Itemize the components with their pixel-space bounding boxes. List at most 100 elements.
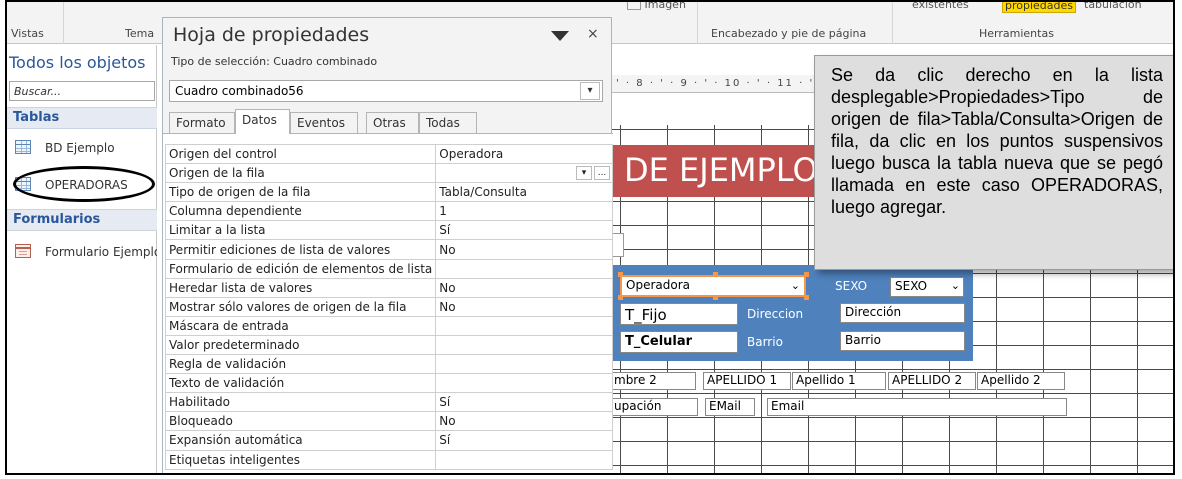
sexo-combo[interactable]: SEXO ⌄ [890,277,964,297]
barrio-label[interactable]: Barrio [747,335,783,349]
ribbon-tab-order-label[interactable]: tabulación [1084,2,1142,11]
property-row[interactable]: Origen del control Operadora [164,143,613,165]
ocupacion-textbox[interactable]: upación [610,398,698,416]
nav-search-input[interactable]: Buscar... [9,81,155,101]
property-table: Origen del control Operadora Origen de la … [164,143,613,470]
property-value[interactable] [435,354,613,375]
ribbon-existing-label[interactable]: existentes [912,2,969,11]
ribbon-separator [63,2,64,44]
property-value[interactable]: Tabla/Consulta [435,182,613,203]
nav-item-formulario-ejemplo[interactable]: Formulario Ejemplo [11,241,157,265]
property-value[interactable] [435,373,613,394]
triangle-down-icon[interactable] [551,31,569,41]
apellido1-label[interactable]: APELLIDO 1 [703,372,791,390]
close-icon[interactable]: × [587,26,599,42]
table-icon [15,140,31,154]
ribbon-tools-label: Herramientas [979,27,1054,40]
property-value[interactable]: Sí [435,220,613,241]
combo-box-operadora[interactable]: Operadora ⌄ [620,275,806,297]
instruction-note: Se da clic derecho en la lista desplegab… [814,55,1173,270]
property-name: Expansión automática [164,430,437,451]
tab-datos[interactable]: Datos [235,109,290,134]
property-name: Formulario de edición de elementos de li… [164,258,437,279]
property-value[interactable] [435,449,613,470]
property-row[interactable]: Formulario de edición de elementos de li… [164,258,613,279]
apellido2-label[interactable]: APELLIDO 2 [888,372,976,390]
property-row[interactable]: Origen de la fila ▾... [164,163,613,184]
ribbon-header-footer-label: Encabezado y pie de página [711,27,867,40]
property-value[interactable]: ▾... [435,163,613,184]
selection-handle[interactable] [618,295,623,300]
email-textbox[interactable]: Email [767,398,1067,416]
builder-ellipsis-button[interactable]: ... [594,166,610,181]
property-row[interactable]: Permitir ediciones de lista de valores No [164,239,613,260]
property-row[interactable]: Expansión automática Sí [164,430,613,451]
property-value[interactable] [435,315,613,336]
property-name: Habilitado [164,392,437,413]
selected-object-combo[interactable]: Cuadro combinado56 ▾ [169,80,603,102]
selection-handle[interactable] [804,272,809,277]
ribbon-properties-button[interactable]: propiedades [1002,2,1077,13]
sexo-label[interactable]: SEXO [835,279,867,293]
nav-section-forms[interactable]: Formularios [7,209,157,231]
property-row[interactable]: Columna dependiente 1 [164,201,613,222]
property-value[interactable]: No [435,239,613,260]
property-value[interactable]: No [435,411,613,432]
property-row[interactable]: Heredar lista de valores No [164,277,613,298]
t-fijo-textbox[interactable]: T_Fijo [620,303,738,325]
property-row[interactable]: Etiquetas inteligentes [164,449,613,470]
tab-todas[interactable]: Todas [419,112,477,133]
direccion-textbox[interactable]: Dirección [840,303,965,323]
property-name: Etiquetas inteligentes [164,449,437,470]
property-row[interactable]: Bloqueado No [164,411,613,432]
selection-handle[interactable] [618,272,623,277]
property-name: Valor predeterminado [164,334,437,356]
property-row[interactable]: Texto de validación [164,373,613,394]
form-icon [15,244,31,258]
t-celular-textbox[interactable]: T_Celular [620,331,738,353]
property-value[interactable]: Operadora [435,143,613,165]
property-value[interactable]: No [435,277,613,298]
property-row[interactable]: Valor predeterminado [164,334,613,356]
tab-formato[interactable]: Formato [169,112,235,133]
property-name: Permitir ediciones de lista de valores [164,239,437,260]
chevron-down-icon[interactable]: ▾ [576,166,592,181]
property-row[interactable]: Tipo de origen de la fila Tabla/Consulta [164,182,613,203]
nav-section-tables[interactable]: Tablas [7,107,157,129]
barrio-textbox[interactable]: Barrio [840,331,965,351]
property-row[interactable]: Máscara de entrada [164,315,613,336]
email-label[interactable]: EMail [705,398,755,416]
chevron-down-icon[interactable]: ▾ [580,82,600,100]
property-row[interactable]: Regla de validación [164,354,613,375]
screenshot-frame: Vistas Tema Imagen Encabezado y pie de p… [5,0,1175,475]
nav-item-bd-ejemplo[interactable]: BD Ejemplo [11,137,157,161]
form-title-label[interactable]: DE EJEMPLO [610,145,815,197]
property-value[interactable]: 1 [435,201,613,222]
property-value[interactable]: Sí [435,392,613,413]
property-value[interactable] [435,258,613,279]
ribbon-image-label[interactable]: Imagen [627,2,686,11]
property-value[interactable]: Sí [435,430,613,451]
tab-otras[interactable]: Otras [366,112,419,133]
ribbon-theme-label: Tema [125,27,155,40]
property-value[interactable] [435,334,613,356]
tab-eventos[interactable]: Eventos [290,112,358,133]
direccion-label[interactable]: Direccion [747,307,803,321]
image-icon [627,2,641,10]
property-row[interactable]: Limitar a la lista Sí [164,220,613,241]
property-name: Columna dependiente [164,201,437,222]
property-value[interactable]: No [435,296,613,317]
property-row[interactable]: Habilitado Sí [164,392,613,413]
property-row[interactable]: Mostrar sólo valores de origen de la fil… [164,296,613,317]
property-name: Heredar lista de valores [164,277,437,298]
selection-handle[interactable] [804,295,809,300]
navigation-pane: Todos los objetos Buscar... Tablas BD Ej… [7,45,157,473]
nav-pane-title[interactable]: Todos los objetos [9,53,146,72]
selection-handle[interactable] [713,272,718,277]
selection-handle[interactable] [713,295,718,300]
property-name: Mostrar sólo valores de origen de la fil… [164,296,437,317]
nombre2-textbox[interactable]: mbre 2 [610,372,696,390]
property-name: Texto de validación [164,373,437,394]
apellido1-textbox[interactable]: Apellido 1 [792,372,886,390]
apellido2-textbox[interactable]: Apellido 2 [977,372,1065,390]
